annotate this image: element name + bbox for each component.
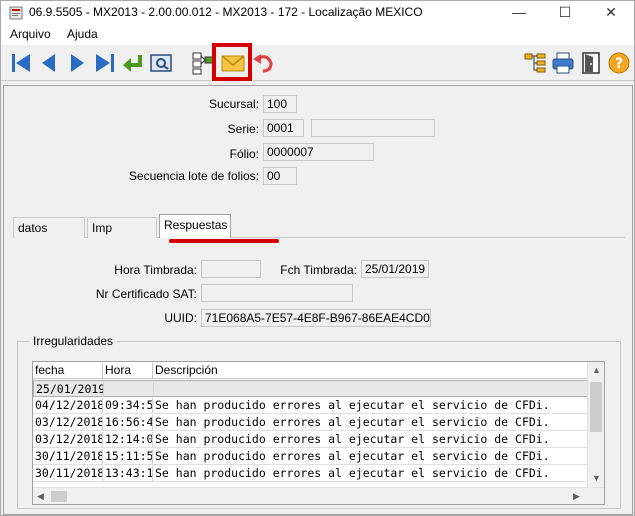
cell-hora: 16:56:4 xyxy=(105,415,153,430)
help-icon[interactable]: ? xyxy=(607,51,631,75)
vertical-scroll-thumb[interactable] xyxy=(590,382,602,432)
vertical-scrollbar[interactable]: ▲ ▼ xyxy=(587,362,604,487)
horizontal-scrollbar[interactable]: ◀ ▶ xyxy=(33,487,604,504)
hora-timbrada-label: Hora Timbrada: xyxy=(114,263,197,277)
cell-fecha: 25/01/2019 xyxy=(36,382,104,397)
title-bar: 06.9.5505 - MX2013 - 2.00.00.012 - MX201… xyxy=(1,1,634,25)
next-record-icon[interactable] xyxy=(65,51,89,75)
hierarchy-icon[interactable] xyxy=(523,51,547,75)
cell-descripcion: Se han producido errores al ejecutar el … xyxy=(155,449,550,463)
sucursal-label: Sucursal: xyxy=(208,97,259,111)
window-title: 06.9.5505 - MX2013 - 2.00.00.012 - MX201… xyxy=(29,5,423,19)
menu-ajuda[interactable]: Ajuda xyxy=(67,27,98,41)
menu-bar: Arquivo Ajuda xyxy=(1,25,634,45)
envelope-highlight-box xyxy=(212,43,252,81)
app-icon xyxy=(9,6,23,20)
tab-imp-label: Imp xyxy=(92,221,113,235)
nr-certificado-label: Nr Certificado SAT: xyxy=(95,287,197,301)
table-row[interactable]: 30/11/2018 15:11:5 Se han producido erro… xyxy=(33,448,588,465)
cell-fecha: 03/12/2018 xyxy=(35,432,103,447)
nr-certificado-field[interactable] xyxy=(201,284,353,302)
cell-descripcion xyxy=(154,382,589,397)
toolbar: ? xyxy=(1,45,634,81)
secuencia-field[interactable]: 00 xyxy=(263,167,297,185)
close-button[interactable]: ✕ xyxy=(588,1,634,25)
scroll-left-arrow-icon[interactable]: ◀ xyxy=(37,491,44,502)
uuid-label: UUID: xyxy=(164,311,197,325)
folio-label: Fólio: xyxy=(229,147,259,161)
respuestas-highlight-underline xyxy=(169,239,279,243)
tab-respuestas[interactable]: Respuestas xyxy=(159,214,231,238)
tab-imp[interactable]: Imp xyxy=(87,217,157,238)
fch-timbrada-field[interactable]: 25/01/2019 xyxy=(361,260,429,278)
minimize-button[interactable]: — xyxy=(496,1,542,25)
application-window: 06.9.5505 - MX2013 - 2.00.00.012 - MX201… xyxy=(0,0,635,516)
column-header-fecha[interactable]: fecha xyxy=(33,363,103,379)
cell-fecha: 30/11/2018 xyxy=(35,466,103,481)
svg-text:?: ? xyxy=(615,56,623,72)
cell-hora xyxy=(104,382,154,397)
scroll-up-arrow-icon[interactable]: ▲ xyxy=(592,365,601,375)
previous-record-icon[interactable] xyxy=(37,51,61,75)
preview-icon[interactable] xyxy=(149,51,173,75)
return-icon[interactable] xyxy=(121,51,145,75)
table-row[interactable]: 25/01/2019 xyxy=(33,380,588,397)
printer-icon[interactable] xyxy=(551,51,575,75)
tab-respuestas-label: Respuestas xyxy=(164,218,228,232)
cell-hora: 13:43:1 xyxy=(105,466,153,481)
cell-fecha: 04/12/2018 xyxy=(35,398,103,413)
column-header-descripcion[interactable]: Descripción xyxy=(153,363,588,379)
exit-door-icon[interactable] xyxy=(579,51,603,75)
cell-fecha: 03/12/2018 xyxy=(35,415,103,430)
hora-timbrada-field[interactable] xyxy=(201,260,261,278)
table-row[interactable]: 30/11/2018 13:43:1 Se han producido erro… xyxy=(33,465,588,482)
horizontal-scroll-thumb[interactable] xyxy=(51,491,67,502)
uuid-field[interactable]: 71E068A5-7E57-4E8F-B967-86EAE4CD04D3 xyxy=(201,309,431,327)
table-row[interactable]: 04/12/2018 09:34:5 Se han producido erro… xyxy=(33,397,588,414)
serie-field[interactable]: 0001 xyxy=(263,119,304,137)
table-header: fecha Hora Descripción xyxy=(33,362,588,379)
cell-fecha: 30/11/2018 xyxy=(35,449,103,464)
scroll-down-arrow-icon[interactable]: ▼ xyxy=(592,473,601,483)
cell-hora: 15:11:5 xyxy=(105,449,153,464)
column-header-hora[interactable]: Hora xyxy=(103,363,153,379)
cell-hora: 12:14:0 xyxy=(105,432,153,447)
scroll-right-arrow-icon[interactable]: ▶ xyxy=(573,491,580,502)
last-record-icon[interactable] xyxy=(93,51,117,75)
sucursal-field[interactable]: 100 xyxy=(263,95,297,113)
fch-timbrada-label: Fch Timbrada: xyxy=(280,263,357,277)
secuencia-label: Secuencia lote de folios: xyxy=(128,169,259,183)
table-row[interactable]: 03/12/2018 16:56:4 Se han producido erro… xyxy=(33,414,588,431)
serie-label: Serie: xyxy=(227,122,259,136)
cell-descripcion: Se han producido errores al ejecutar el … xyxy=(155,415,550,429)
irregularidades-table[interactable]: fecha Hora Descripción 25/01/2019 04/12/… xyxy=(32,361,605,505)
maximize-button[interactable]: ☐ xyxy=(542,1,588,25)
tab-datos[interactable]: datos xyxy=(13,217,85,238)
cell-hora: 09:34:5 xyxy=(105,398,153,413)
cell-descripcion: Se han producido errores al ejecutar el … xyxy=(155,398,550,412)
undo-red-icon[interactable] xyxy=(251,51,275,75)
serie-description-field[interactable] xyxy=(311,119,435,137)
cell-descripcion: Se han producido errores al ejecutar el … xyxy=(155,466,550,480)
irregularidades-title: Irregularidades xyxy=(29,334,118,348)
table-row[interactable]: 03/12/2018 12:14:0 Se han producido erro… xyxy=(33,431,588,448)
cell-descripcion: Se han producido errores al ejecutar el … xyxy=(155,432,550,446)
menu-arquivo[interactable]: Arquivo xyxy=(10,27,51,41)
tab-datos-label: datos xyxy=(18,221,48,235)
folio-field[interactable]: 0000007 xyxy=(263,143,374,161)
first-record-icon[interactable] xyxy=(9,51,33,75)
